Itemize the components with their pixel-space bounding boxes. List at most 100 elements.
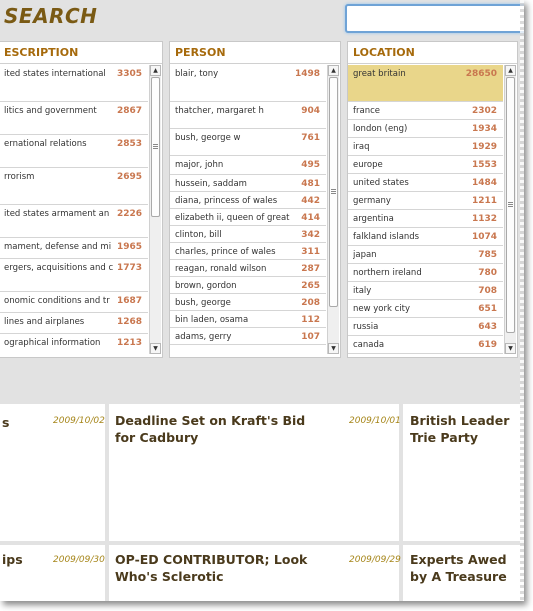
facet-row-label: blair, tony bbox=[175, 69, 219, 79]
facet-location: LOCATION great britain 28650 france 2302 lon… bbox=[347, 41, 518, 358]
facet-row[interactable]: germany 1211 bbox=[348, 192, 503, 210]
facet-row[interactable]: canada 619 bbox=[348, 336, 503, 354]
facet-row[interactable]: diana, princess of wales 442 bbox=[170, 192, 326, 209]
facet-row-count: 28650 bbox=[465, 69, 497, 79]
facet-row-label: ited states international bbox=[4, 69, 106, 79]
facet-row[interactable]: mament, defense and mi 1965 bbox=[0, 238, 148, 259]
facet-row-label: lines and airplanes bbox=[4, 317, 85, 327]
scroll-thumb[interactable] bbox=[329, 77, 338, 307]
grip-icon bbox=[153, 144, 158, 150]
facet-row[interactable]: rrorism 2695 bbox=[0, 168, 148, 205]
facet-row[interactable]: lines and airplanes 1268 bbox=[0, 313, 148, 334]
result-headline[interactable]: OP-ED CONTRIBUTOR; Look Who's Sclerotic bbox=[115, 551, 345, 585]
arrow-down-icon[interactable]: ▼ bbox=[150, 343, 161, 354]
facet-row-label: bush, george bbox=[175, 298, 231, 308]
facet-row[interactable]: blair, tony 1498 bbox=[170, 65, 326, 102]
facet-header: LOCATION bbox=[348, 42, 517, 64]
arrow-down-icon[interactable]: ▼ bbox=[505, 343, 516, 354]
facet-row-label: adams, gerry bbox=[175, 332, 232, 342]
facet-row-label: reagan, ronald wilson bbox=[175, 264, 267, 274]
facet-row-label: germany bbox=[353, 196, 391, 206]
scrollbar[interactable]: ▲ ▼ bbox=[327, 65, 339, 354]
facet-row[interactable]: ited states international 3305 bbox=[0, 65, 148, 102]
facet-row[interactable]: iraq 1929 bbox=[348, 138, 503, 156]
facet-row-label: charles, prince of wales bbox=[175, 247, 276, 257]
result-headline[interactable]: s bbox=[2, 414, 9, 431]
facet-row[interactable]: london (eng) 1934 bbox=[348, 120, 503, 138]
facet-row[interactable]: hussein, saddam 481 bbox=[170, 175, 326, 192]
facet-row[interactable]: ernational relations 2853 bbox=[0, 135, 148, 168]
facet-row-count: 311 bbox=[301, 247, 320, 257]
scroll-thumb[interactable] bbox=[151, 77, 160, 217]
facet-row[interactable]: italy 708 bbox=[348, 282, 503, 300]
facet-row[interactable]: litics and government 2867 bbox=[0, 102, 148, 135]
facet-row-label: russia bbox=[353, 322, 379, 332]
facet-row[interactable]: europe 1553 bbox=[348, 156, 503, 174]
arrow-up-icon[interactable]: ▲ bbox=[505, 65, 516, 76]
result-headline[interactable]: Experts Awed by A Treasure bbox=[410, 551, 524, 585]
facet-row[interactable]: argentina 1132 bbox=[348, 210, 503, 228]
result-card[interactable]: Deadline Set on Kraft's Bid for Cadbury … bbox=[109, 404, 401, 541]
facet-row[interactable]: charles, prince of wales 311 bbox=[170, 243, 326, 260]
facet-row[interactable]: france 2302 bbox=[348, 102, 503, 120]
facet-row-count: 708 bbox=[478, 286, 497, 296]
facet-row-label: argentina bbox=[353, 214, 394, 224]
result-date: 2009/09/29 bbox=[349, 555, 401, 565]
facet-header: PERSON bbox=[170, 42, 340, 64]
result-card[interactable]: OP-ED CONTRIBUTOR; Look Who's Sclerotic … bbox=[109, 545, 401, 601]
facet-row[interactable]: onomic conditions and tr 1687 bbox=[0, 292, 148, 313]
scroll-thumb[interactable] bbox=[506, 77, 515, 333]
facet-row[interactable]: new york city 651 bbox=[348, 300, 503, 318]
facet-person: PERSON blair, tony 1498 thatcher, margaret… bbox=[169, 41, 341, 358]
result-headline[interactable]: British Leader Trie Party bbox=[410, 412, 524, 446]
arrow-down-icon[interactable]: ▼ bbox=[328, 343, 339, 354]
facet-row[interactable]: thatcher, margaret h 904 bbox=[170, 102, 326, 129]
facet-row-label: ergers, acquisitions and c bbox=[4, 263, 113, 273]
facet-row[interactable]: bush, george w 761 bbox=[170, 129, 326, 156]
grip-icon bbox=[508, 202, 513, 208]
result-card[interactable]: s 2009/10/02 bbox=[0, 404, 105, 541]
facet-row[interactable]: brown, gordon 265 bbox=[170, 277, 326, 294]
result-date: 2009/10/02 bbox=[53, 416, 105, 426]
facet-row-label: northern ireland bbox=[353, 268, 422, 278]
result-card[interactable]: Experts Awed by A Treasure bbox=[403, 545, 524, 601]
scrollbar[interactable]: ▲ ▼ bbox=[504, 65, 516, 354]
arrow-up-icon[interactable]: ▲ bbox=[328, 65, 339, 76]
facet-row[interactable]: major, john 495 bbox=[170, 156, 326, 175]
facet-row[interactable]: reagan, ronald wilson 287 bbox=[170, 260, 326, 277]
facet-row[interactable]: clinton, bill 342 bbox=[170, 226, 326, 243]
facet-row-label: diana, princess of wales bbox=[175, 196, 278, 206]
facet-row[interactable]: elizabeth ii, queen of great 414 bbox=[170, 209, 326, 226]
facet-row-label: ographical information bbox=[4, 338, 101, 348]
facet-row[interactable]: ographical information 1213 bbox=[0, 334, 148, 354]
facet-row[interactable]: bin laden, osama 112 bbox=[170, 311, 326, 328]
facet-row-label: clinton, bill bbox=[175, 230, 222, 240]
search-input[interactable] bbox=[345, 4, 524, 33]
facet-row-count: 1929 bbox=[471, 142, 497, 152]
facet-row[interactable]: great britain 28650 bbox=[348, 65, 503, 102]
search-title: SEARCH bbox=[4, 4, 98, 28]
facet-row[interactable]: falkland islands 1074 bbox=[348, 228, 503, 246]
facet-row[interactable]: ergers, acquisitions and c 1773 bbox=[0, 259, 148, 292]
facet-row[interactable]: japan 785 bbox=[348, 246, 503, 264]
facet-row[interactable]: ited states armament an 2226 bbox=[0, 205, 148, 238]
result-card[interactable]: British Leader Trie Party bbox=[403, 404, 524, 541]
facet-row[interactable]: russia 643 bbox=[348, 318, 503, 336]
facet-row[interactable]: adams, gerry 107 bbox=[170, 328, 326, 345]
facet-row-count: 1687 bbox=[116, 296, 142, 306]
facet-row[interactable]: bush, george 208 bbox=[170, 294, 326, 311]
scrollbar[interactable]: ▲ ▼ bbox=[149, 65, 161, 354]
facet-row-count: 904 bbox=[301, 106, 320, 116]
result-card[interactable]: ips 2009/09/30 bbox=[0, 545, 105, 601]
arrow-up-icon[interactable]: ▲ bbox=[150, 65, 161, 76]
facet-row-count: 1553 bbox=[471, 160, 497, 170]
facet-list: blair, tony 1498 thatcher, margaret h 904 bu… bbox=[170, 65, 326, 354]
result-headline[interactable]: ips bbox=[2, 551, 23, 568]
facet-row-count: 761 bbox=[301, 133, 320, 143]
facet-row-count: 643 bbox=[478, 322, 497, 332]
facet-row[interactable]: northern ireland 780 bbox=[348, 264, 503, 282]
result-date: 2009/10/01 bbox=[349, 416, 401, 426]
result-headline[interactable]: Deadline Set on Kraft's Bid for Cadbury bbox=[115, 412, 315, 446]
facet-row[interactable]: united states 1484 bbox=[348, 174, 503, 192]
facet-row-count: 1132 bbox=[471, 214, 497, 224]
